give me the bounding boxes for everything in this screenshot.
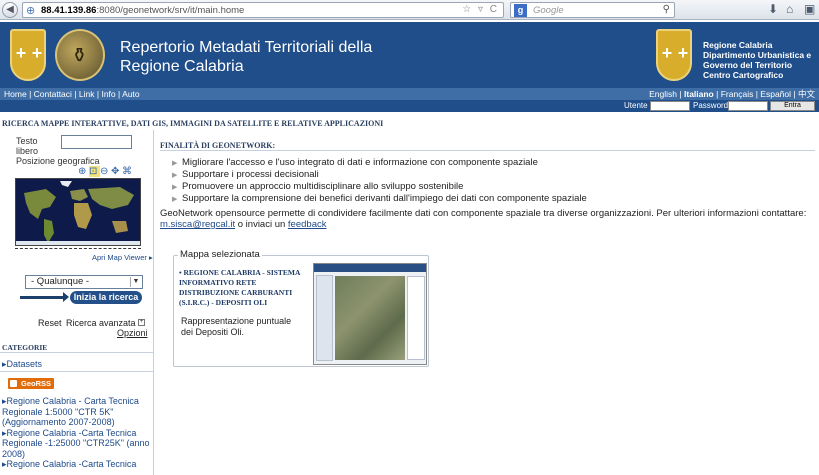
georss-item[interactable]: ▸Regione Calabria -Carta Tecnica bbox=[2, 459, 152, 470]
nav-links[interactable]: Link bbox=[79, 89, 95, 99]
download-icon[interactable]: ⬇ bbox=[768, 2, 778, 16]
lang-italiano[interactable]: Italiano bbox=[684, 89, 714, 99]
region-select[interactable]: - Qualunque - ▼ bbox=[25, 275, 143, 289]
divider bbox=[160, 150, 815, 151]
categories-heading: CATEGORIE bbox=[2, 343, 48, 352]
list-item: ▶ Supportare i processi decisionali bbox=[172, 169, 319, 180]
address-bar[interactable]: ⊕ 88.41.139.86:8080/geonetwork/srv/it/ma… bbox=[22, 2, 504, 18]
pan-icon[interactable]: ✥ bbox=[111, 166, 122, 177]
bookmark-icon[interactable]: ▣ bbox=[804, 2, 815, 16]
browser-toolbar: ◀ ⊕ 88.41.139.86:8080/geonetwork/srv/it/… bbox=[0, 0, 819, 20]
back-arrow-icon[interactable]: ◀ bbox=[2, 2, 18, 18]
divider bbox=[0, 371, 154, 372]
map-tools: ⊕ ⊡ ⊖ ✥ ⌘ bbox=[78, 166, 133, 177]
list-item: ▶ Supportare la comprensione dei benefici… bbox=[172, 193, 587, 204]
contact-email-link[interactable]: m.sisca@regcal.it bbox=[160, 219, 235, 230]
lang-english[interactable]: English bbox=[649, 89, 677, 99]
page-subheading: RICERCA MAPPE INTERATTIVE, DATI GIS, IMM… bbox=[2, 119, 384, 128]
georss-list: ▸Regione Calabria - Carta Tecnica Region… bbox=[2, 396, 152, 470]
lang-francais[interactable]: Français bbox=[721, 89, 754, 99]
lang-espanol[interactable]: Español bbox=[760, 89, 791, 99]
globe-icon: ⊕ bbox=[26, 5, 36, 17]
search-placeholder: Google bbox=[533, 5, 564, 16]
zoom-out-icon[interactable]: ⊖ bbox=[100, 166, 111, 177]
site-header: + + ⚱ Repertorio Metadati Territoriali de… bbox=[0, 22, 819, 88]
arrow-icon bbox=[20, 292, 69, 302]
expand-icon[interactable]: + bbox=[138, 319, 145, 326]
selected-map-description: Rappresentazione puntuale dei Depositi O… bbox=[181, 316, 292, 337]
username-input[interactable] bbox=[650, 101, 690, 111]
options-link[interactable]: Opzioni bbox=[117, 328, 148, 338]
nav-auto[interactable]: Auto bbox=[122, 89, 140, 99]
nav-info[interactable]: Info bbox=[101, 89, 115, 99]
free-text-input[interactable] bbox=[61, 135, 132, 149]
intro-paragraph: GeoNetwork opensource permette di condiv… bbox=[160, 208, 807, 230]
google-search-icon: g bbox=[514, 4, 527, 17]
nav-home[interactable]: Home bbox=[4, 89, 27, 99]
region-shield-logo: + + bbox=[10, 29, 46, 81]
selected-map-legend: Mappa selezionata bbox=[178, 249, 262, 260]
purpose-list: ▶ Migliorare l'accesso e l'uso integrato … bbox=[172, 157, 587, 205]
feedback-link[interactable]: feedback bbox=[288, 219, 327, 230]
magnifier-icon[interactable]: ⚲ bbox=[663, 4, 670, 15]
lang-chinese[interactable]: 中文 bbox=[798, 89, 815, 99]
region-coin-logo: ⚱ bbox=[55, 29, 105, 81]
list-item: ▶ Promuovere un approccio multidisciplina… bbox=[172, 181, 464, 192]
select-extent-icon[interactable]: ⊡ bbox=[89, 166, 100, 177]
world-map[interactable] bbox=[15, 178, 141, 246]
login-button[interactable]: Entra bbox=[770, 101, 815, 111]
georss-item[interactable]: ▸Regione Calabria - Carta Tecnica Region… bbox=[2, 396, 152, 428]
category-datasets[interactable]: ▸Datasets bbox=[2, 359, 42, 370]
browser-search-box[interactable]: g Google ⚲ bbox=[510, 2, 675, 18]
free-text-label: Testo libero bbox=[16, 136, 39, 156]
list-item: ▶ Migliorare l'accesso e l'uso integrato … bbox=[172, 157, 538, 168]
password-input[interactable] bbox=[728, 101, 768, 111]
full-extent-icon[interactable]: ⌘ bbox=[122, 166, 133, 177]
search-sidebar: Testo libero Posizione geografica ⊕ ⊡ ⊖ ✥ ⌘ … bbox=[0, 130, 154, 475]
divider bbox=[0, 352, 154, 353]
login-bar: Utente Password Entra bbox=[0, 100, 819, 112]
purpose-title: FINALITÀ DI GEONETWORK: bbox=[160, 141, 276, 150]
geo-position-label: Posizione geografica bbox=[16, 156, 100, 166]
advanced-search-link[interactable]: Ricerca avanzata bbox=[66, 318, 136, 328]
start-search-button[interactable]: Inizia la ricerca bbox=[70, 291, 142, 304]
selected-map-thumbnail[interactable] bbox=[313, 263, 427, 365]
selected-map-title[interactable]: • REGIONE CALABRIA - SISTEMA INFORMATIVO… bbox=[179, 268, 304, 308]
user-label: Utente bbox=[624, 101, 648, 110]
department-info: Regione Calabria Dipartimento Urbanistic… bbox=[703, 40, 812, 80]
georss-item[interactable]: ▸Regione Calabria -Carta Tecnica Regiona… bbox=[2, 428, 152, 460]
open-map-viewer-link[interactable]: Apri Map Viewer ▸ bbox=[92, 253, 153, 262]
georss-badge[interactable]: GeoRSS bbox=[8, 378, 54, 389]
home-icon[interactable]: ⌂ bbox=[786, 2, 793, 16]
reset-link[interactable]: Reset bbox=[38, 318, 62, 328]
password-label: Password bbox=[693, 101, 729, 110]
region-shield-logo-right: + + bbox=[656, 29, 692, 81]
chevron-down-icon[interactable]: ▼ bbox=[130, 277, 141, 287]
reload-icon[interactable]: ☆ ▿ C bbox=[462, 4, 499, 15]
map-divider bbox=[15, 248, 141, 249]
nav-contact[interactable]: Contattaci bbox=[34, 89, 72, 99]
address-url[interactable]: 88.41.139.86:8080/geonetwork/srv/it/main… bbox=[41, 5, 244, 16]
site-title: Repertorio Metadati Territoriali della R… bbox=[120, 39, 373, 75]
main-nav: Home | Contattaci | Link | Info | Auto E… bbox=[0, 88, 819, 100]
zoom-in-icon[interactable]: ⊕ bbox=[78, 166, 89, 177]
